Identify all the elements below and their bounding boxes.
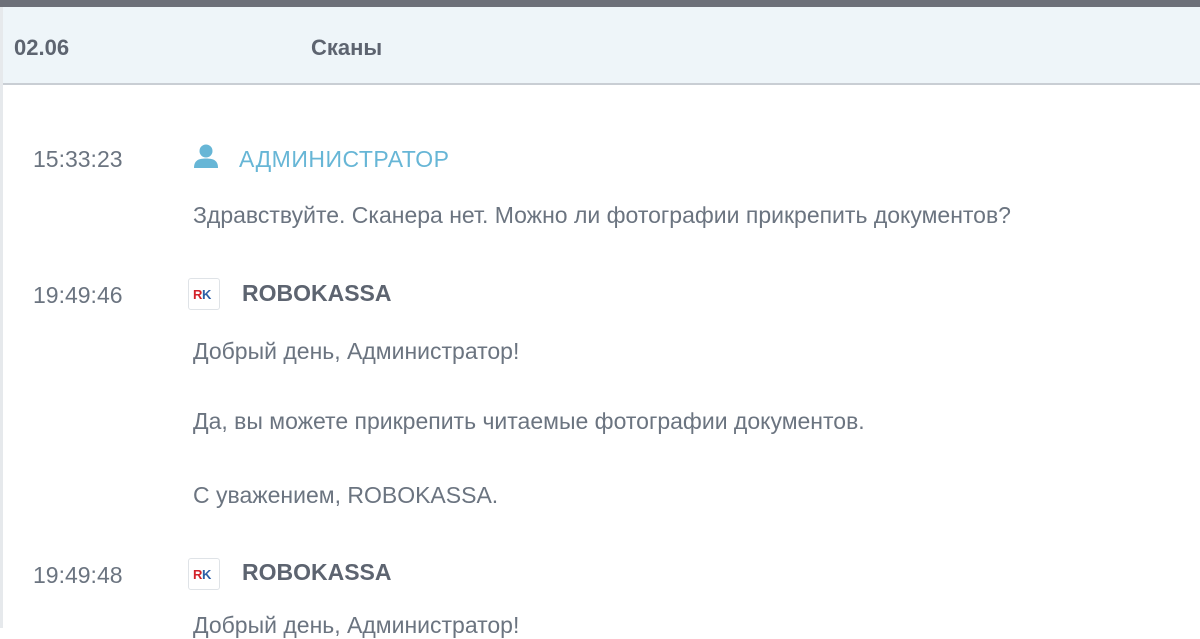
message-text: Добрый день, Администратор! <box>193 338 520 364</box>
ticket-subject: Сканы <box>311 35 383 60</box>
svg-text:K: K <box>202 567 212 582</box>
message-author[interactable]: АДМИНИСТРАТОР <box>239 146 450 173</box>
message-time: 19:49:46 <box>33 282 123 308</box>
ticket-date: 02.06 <box>14 35 70 60</box>
message-author: ROBOKASSA <box>242 280 392 306</box>
message-time: 15:33:23 <box>33 146 123 172</box>
left-border <box>0 7 3 628</box>
message-text: С уважением, ROBOKASSA. <box>193 482 499 508</box>
message-text: Да, вы можете прикрепить читаемые фотогр… <box>193 408 865 434</box>
message-author: ROBOKASSA <box>242 559 392 585</box>
top-strip <box>0 0 1200 7</box>
message-text: Здравствуйте. Сканера нет. Можно ли фото… <box>193 202 1011 228</box>
svg-text:K: K <box>202 287 212 302</box>
user-icon <box>190 140 222 172</box>
robokassa-logo-icon: R K <box>188 558 220 590</box>
message-text: Добрый день, Администратор! <box>193 612 520 638</box>
ticket-header: 02.06 Сканы <box>0 7 1200 85</box>
robokassa-logo-icon: R K <box>188 278 220 310</box>
message-time: 19:49:48 <box>33 562 123 588</box>
